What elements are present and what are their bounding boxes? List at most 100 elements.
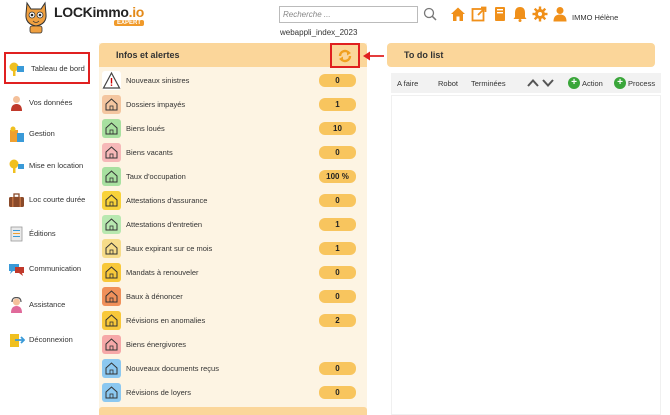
sidebar-item-tableau-de-bord[interactable]: Tableau de bord [4, 52, 90, 84]
sidebar-item-label: Communication [29, 264, 82, 273]
building-icon [10, 126, 24, 142]
energy-icon [102, 335, 121, 354]
info-row[interactable]: Biens énergivores [99, 333, 367, 357]
info-row-count-badge[interactable]: 0 [319, 386, 356, 399]
revision-anomaly-icon [102, 311, 121, 330]
info-row-count-badge[interactable]: 10 [319, 122, 356, 135]
username[interactable]: IMMO Hélène [572, 13, 618, 22]
warning-icon [102, 71, 121, 90]
insurance-icon [102, 191, 121, 210]
home-icon[interactable] [450, 6, 466, 22]
sidebar-item-deconnexion[interactable]: Déconnexion [4, 323, 90, 355]
infos-title: Infos et alertes [116, 50, 180, 60]
sidebar-item-gestion[interactable]: Gestion [4, 117, 90, 149]
brand-badge: EXPERT [114, 20, 145, 26]
document-icon [10, 226, 23, 242]
refresh-icon [338, 49, 352, 63]
info-row-label: Nouveaux documents reçus [126, 364, 219, 373]
search-icon[interactable] [423, 7, 437, 21]
info-row[interactable]: Mandats à renouveler 0 [99, 261, 367, 285]
info-row-label: Attestations d'entretien [126, 220, 203, 229]
info-row-count-badge[interactable]: 0 [319, 74, 356, 87]
info-row-count-badge[interactable]: 1 [319, 218, 356, 231]
info-row-count-badge[interactable]: 1 [319, 98, 356, 111]
info-row-count-badge[interactable]: 100 % [319, 170, 356, 183]
annotation-arrow-icon [363, 51, 384, 61]
info-row[interactable]: Taux d'occupation 100 % [99, 165, 367, 189]
info-row-label: Révisions de loyers [126, 388, 192, 397]
chevron-down-icon[interactable] [542, 78, 554, 88]
info-row-count-badge[interactable]: 0 [319, 266, 356, 279]
info-row-count-badge[interactable]: 0 [319, 362, 356, 375]
info-row-label: Attestations d'assurance [126, 196, 208, 205]
download-icon [102, 359, 121, 378]
sidebar-item-communication[interactable]: Communication [4, 252, 90, 284]
info-row-label: Nouveaux sinistres [126, 76, 190, 85]
info-row[interactable]: Nouveaux documents reçus 0 [99, 357, 367, 381]
info-row-label: Biens énergivores [126, 340, 187, 349]
mandate-icon [102, 263, 121, 282]
info-row[interactable]: Baux expirant sur ce mois 1 [99, 237, 367, 261]
info-row[interactable]: Biens vacants 0 [99, 141, 367, 165]
tab-terminees[interactable]: Terminées [471, 79, 506, 88]
lease-terminate-icon [102, 287, 121, 306]
sidebar-item-mise-en-location[interactable]: Mise en location [4, 149, 90, 181]
sidebar-item-assistance[interactable]: Assistance [4, 288, 90, 320]
info-row-label: Révisions en anomalies [126, 316, 206, 325]
add-action-icon[interactable]: + [568, 77, 580, 89]
info-row[interactable]: Dossiers impayés 1 [99, 93, 367, 117]
info-row[interactable]: Attestations d'entretien 1 [99, 213, 367, 237]
info-row[interactable]: Biens loués 10 [99, 117, 367, 141]
info-row-label: Baux expirant sur ce mois [126, 244, 213, 253]
todo-tabs: A faire Robot Terminées + Action + Proce… [391, 73, 661, 93]
key-icon [9, 159, 24, 173]
sidebar-item-loc-courte-duree[interactable]: Loc courte durée [4, 183, 90, 215]
info-row[interactable]: Révisions en anomalies 2 [99, 309, 367, 333]
info-row-count-badge[interactable]: 0 [319, 146, 356, 159]
sidebar-item-label: Assistance [29, 300, 66, 309]
unpaid-icon [102, 95, 121, 114]
info-row-count-badge[interactable]: 0 [319, 194, 356, 207]
brand-suffix: .io [128, 4, 145, 20]
sidebar-item-vos-donnees[interactable]: Vos données [4, 86, 90, 118]
user-icon[interactable] [552, 6, 568, 22]
info-row[interactable]: Nouveaux sinistres 0 [99, 69, 367, 93]
process-button[interactable]: Process [628, 79, 655, 88]
book-icon[interactable] [492, 6, 508, 22]
info-row-label: Biens vacants [126, 148, 173, 157]
next-panel-header [99, 407, 367, 415]
app-logo[interactable]: LOCKimmo.io EXPERT [22, 0, 147, 36]
house-rented-icon [102, 119, 121, 138]
info-row-count-badge[interactable]: 2 [319, 314, 356, 327]
suitcase-icon [9, 193, 24, 207]
info-row[interactable]: Baux à dénoncer 0 [99, 285, 367, 309]
tab-robot[interactable]: Robot [438, 79, 458, 88]
house-vacant-icon [102, 143, 121, 162]
infos-alertes-panel: Infos et alertes Nouveaux sinistres 0 Doss… [99, 43, 367, 415]
info-row[interactable]: Attestations d'assurance 0 [99, 189, 367, 213]
add-process-icon[interactable]: + [614, 77, 626, 89]
gear-icon[interactable] [532, 6, 548, 22]
tab-a-faire[interactable]: A faire [397, 79, 418, 88]
refresh-button[interactable] [330, 43, 360, 68]
external-link-icon[interactable] [471, 6, 487, 22]
sidebar-item-label: Mise en location [29, 161, 84, 170]
action-button[interactable]: Action [582, 79, 603, 88]
todo-panel: To do list A faire Robot Terminées + Act… [387, 43, 661, 415]
sidebar-item-label: Vos données [29, 98, 73, 107]
chevron-up-icon[interactable] [527, 78, 539, 88]
page-subtitle: webappli_index_2023 [280, 28, 358, 37]
info-row-count-badge[interactable]: 1 [319, 242, 356, 255]
info-row-label: Mandats à renouveler [126, 268, 199, 277]
bell-icon[interactable] [512, 6, 528, 22]
sidebar-item-editions[interactable]: Éditions [4, 217, 90, 249]
logout-icon [10, 334, 25, 347]
info-row[interactable]: Révisions de loyers 0 [99, 381, 367, 405]
todo-list-body [391, 95, 661, 415]
occupancy-icon [102, 167, 121, 186]
maintenance-icon [102, 215, 121, 234]
rent-revision-icon [102, 383, 121, 402]
info-row-count-badge[interactable]: 0 [319, 290, 356, 303]
info-row-label: Baux à dénoncer [126, 292, 183, 301]
search-input[interactable] [279, 6, 418, 23]
